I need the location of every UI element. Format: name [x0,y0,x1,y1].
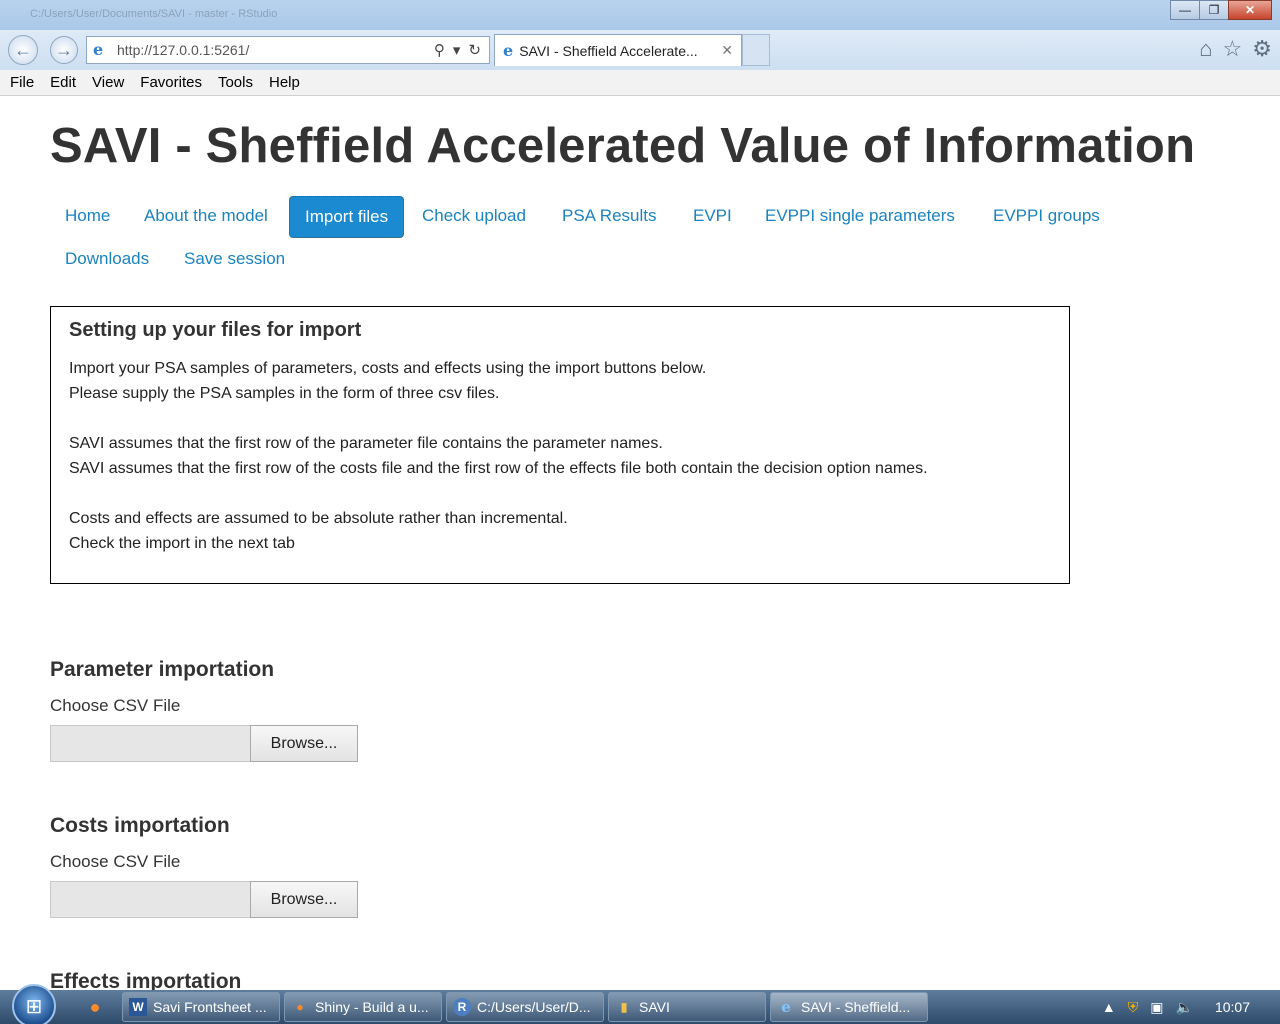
instructions-line-3: SAVI assumes that the first row of the p… [69,435,663,452]
parameter-browse-button[interactable]: Browse... [250,725,358,762]
browser-right-icons: ⌂ ☆ ⚙ [1199,36,1272,62]
costs-import-section: Costs importation Choose CSV File Browse… [50,814,358,918]
window-controls: — ❐ ✕ [1170,0,1272,20]
search-icon[interactable]: ⚲ [434,41,445,59]
taskbar-item-folder[interactable]: ▮ SAVI [608,992,766,1022]
menu-edit[interactable]: Edit [50,74,76,91]
back-button[interactable]: ← [8,35,38,65]
menu-bar: File Edit View Favorites Tools Help [0,70,1280,96]
volume-icon[interactable]: 🔈 [1176,999,1193,1016]
tab-save-session[interactable]: Save session [169,239,300,279]
firefox-icon: ● [296,1000,304,1014]
tab-psa-results[interactable]: PSA Results [547,196,672,236]
ie-tab-icon: e [503,41,514,60]
menu-tools[interactable]: Tools [218,74,253,91]
menu-view[interactable]: View [92,74,124,91]
tab-about-the-model[interactable]: About the model [129,196,283,236]
effects-import-section: Effects importation [50,970,241,990]
address-tools: ⚲ ▾ ↻ [434,41,481,59]
start-button[interactable]: ⊞ [12,984,56,1024]
close-window-button[interactable]: ✕ [1228,0,1272,20]
ie-icon: e [781,998,791,1016]
tab-home[interactable]: Home [50,196,125,236]
instructions-line-4: SAVI assumes that the first row of the c… [69,460,928,477]
shield-icon[interactable]: ⛨ [1128,999,1139,1016]
browser-tab-active[interactable]: e SAVI - Sheffield Accelerate... ✕ [494,34,742,66]
costs-file-path-field[interactable] [50,881,251,918]
tab-check-upload[interactable]: Check upload [407,196,541,236]
tab-title: SAVI - Sheffield Accelerate... [519,42,698,59]
menu-help[interactable]: Help [269,74,300,91]
costs-import-heading: Costs importation [50,814,230,837]
parameter-import-heading: Parameter importation [50,658,275,681]
taskbar-item-label: SAVI - Sheffield... [801,999,911,1015]
taskbar-item-firefox[interactable]: ● Shiny - Build a u... [284,992,442,1022]
taskbar-item-label: SAVI [639,999,670,1015]
tab-downloads[interactable]: Downloads [50,239,164,279]
effects-import-heading: Effects importation [50,970,242,990]
home-icon[interactable]: ⌂ [1199,36,1212,62]
costs-file-label: Choose CSV File [50,852,181,871]
page-title: SAVI - Sheffield Accelerated Value of In… [50,119,1196,173]
tab-evpi[interactable]: EVPI [678,196,747,236]
address-bar[interactable]: e http://127.0.0.1:5261/ ⚲ ▾ ↻ [86,36,490,64]
instructions-line-5: Costs and effects are assumed to be abso… [69,510,568,527]
parameter-file-path-field[interactable] [50,725,251,762]
instructions-heading: Setting up your files for import [69,319,362,341]
instructions-line-6: Check the import in the next tab [69,535,295,552]
menu-favorites[interactable]: Favorites [140,74,202,91]
taskbar-item-label: Shiny - Build a u... [315,999,429,1015]
folder-icon: ▮ [620,1000,628,1014]
favorites-icon[interactable]: ☆ [1223,36,1243,62]
restore-button[interactable]: ❐ [1199,0,1229,20]
tab-close-icon[interactable]: ✕ [721,42,733,59]
r-icon: R [453,998,471,1016]
firefox-pinned-icon[interactable]: ● [80,993,110,1021]
parameter-file-label: Choose CSV File [50,696,181,715]
taskbar-item-word[interactable]: W Savi Frontsheet ... [122,992,280,1022]
parameter-import-section: Parameter importation Choose CSV File Br… [50,658,358,762]
refresh-icon[interactable]: ↻ [468,41,481,59]
new-tab-button[interactable] [742,34,770,66]
dropdown-icon[interactable]: ▾ [453,41,461,59]
taskbar-item-label: Savi Frontsheet ... [153,999,267,1015]
system-tray: ▲ ⛨ ▣ 🔈 10:07 [1102,990,1280,1024]
forward-button[interactable]: → [50,36,78,64]
import-instructions-box: Setting up your files for import Import … [50,306,1070,584]
window-title: C:/Users/User/Documents/SAVI - master - … [30,8,278,20]
page-content: SAVI - Sheffield Accelerated Value of In… [0,96,1280,990]
tab-evppi-single-parameters[interactable]: EVPPI single parameters [750,196,970,236]
clock[interactable]: 10:07 [1215,999,1250,1015]
window-titlebar: C:/Users/User/Documents/SAVI - master - … [0,0,1280,34]
ie-page-icon: e [93,40,104,59]
instructions-line-1: Import your PSA samples of parameters, c… [69,360,707,377]
parameter-file-input: Browse... [50,725,358,762]
windows-taskbar: ⊞ ● W Savi Frontsheet ... ● Shiny - Buil… [0,984,1280,1024]
taskbar-item-label: C:/Users/User/D... [477,999,591,1015]
taskbar-item-rstudio[interactable]: R C:/Users/User/D... [446,992,604,1022]
minimize-button[interactable]: — [1170,0,1200,20]
tab-evppi-groups[interactable]: EVPPI groups [978,196,1115,236]
tray-expand-icon[interactable]: ▲ [1102,999,1116,1015]
browser-navbar: ← → e http://127.0.0.1:5261/ ⚲ ▾ ↻ e SAV… [0,30,1280,70]
costs-browse-button[interactable]: Browse... [250,881,358,918]
costs-file-input: Browse... [50,881,358,918]
menu-file[interactable]: File [10,74,34,91]
word-icon: W [129,998,147,1016]
tab-import-files[interactable]: Import files [289,196,405,238]
network-icon[interactable]: ▣ [1150,999,1163,1016]
settings-icon[interactable]: ⚙ [1252,36,1272,62]
address-url[interactable]: http://127.0.0.1:5261/ [117,42,434,58]
instructions-line-2: Please supply the PSA samples in the for… [69,385,500,402]
taskbar-item-ie[interactable]: e SAVI - Sheffield... [770,992,928,1022]
